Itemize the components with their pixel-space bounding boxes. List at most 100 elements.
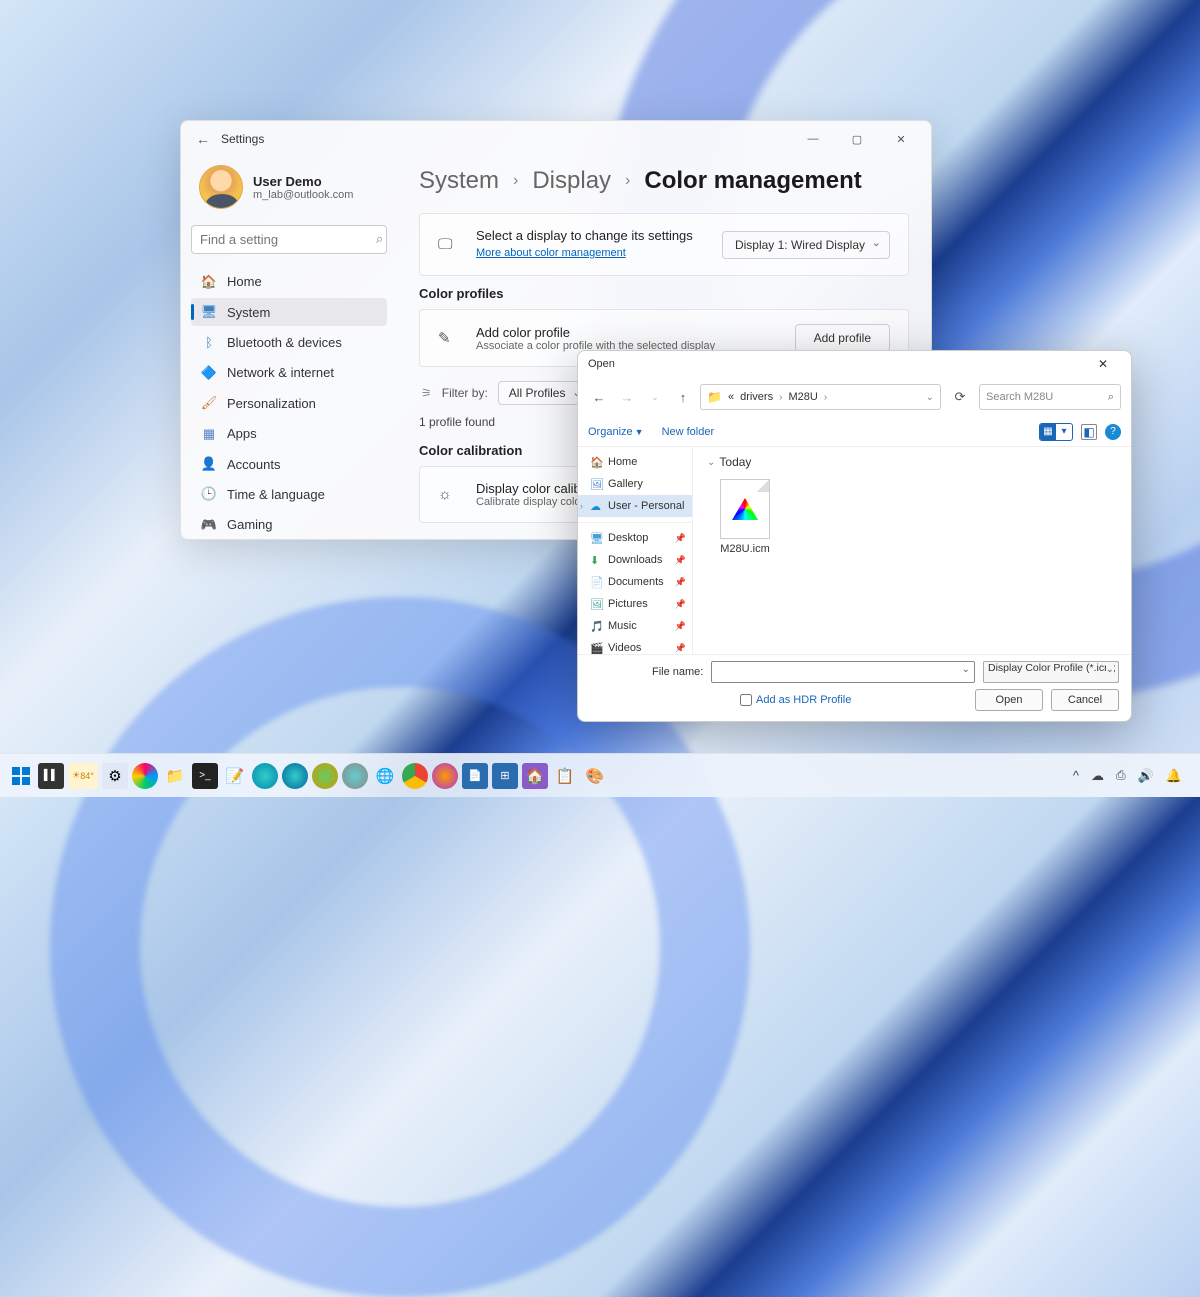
- search-input[interactable]: [200, 232, 376, 247]
- address-dropdown-icon[interactable]: ⌄: [926, 392, 934, 403]
- cloud-icon: ☁: [590, 500, 603, 513]
- back-button[interactable]: ←: [189, 125, 217, 153]
- sidebar: User Demo m_lab@outlook.com ⌕ 🏠 Home 🖥Syst…: [181, 157, 397, 539]
- user-email: m_lab@outlook.com: [253, 189, 353, 201]
- paint-icon[interactable]: 🎨: [582, 763, 608, 789]
- quick-access-docs[interactable]: 📄Documents📌: [578, 571, 692, 593]
- file-item-m28u[interactable]: M28U.icm: [707, 475, 783, 559]
- minimize-button[interactable]: —: [791, 124, 835, 154]
- onedrive-tray-icon[interactable]: ☁: [1091, 768, 1104, 784]
- taskbar-app[interactable]: 📄: [462, 763, 488, 789]
- address-part-m28u[interactable]: M28U: [788, 391, 817, 403]
- search-box[interactable]: ⌕: [191, 225, 387, 254]
- notifications-tray-icon[interactable]: 🔔: [1166, 768, 1182, 784]
- tree-item-cloud[interactable]: ›☁User - Personal: [578, 495, 692, 517]
- filename-input[interactable]: [711, 661, 975, 683]
- tree-item-home[interactable]: 🏠Home: [578, 451, 692, 473]
- weather-widget[interactable]: ☀84°: [68, 763, 98, 789]
- address-bar[interactable]: 📁 « drivers › M28U › ⌄: [700, 384, 941, 410]
- group-header-today[interactable]: ⌄ Today: [707, 455, 1117, 469]
- quick-access-down[interactable]: ⬇Downloads📌: [578, 549, 692, 571]
- window-title: Settings: [221, 132, 264, 146]
- sidebar-item-apps[interactable]: ▦Apps: [191, 419, 387, 447]
- chevron-right-icon: ›: [513, 172, 518, 190]
- sidebar-item-net[interactable]: 🔷Network & internet: [191, 359, 387, 387]
- sidebar-item-pers[interactable]: 🖌Personalization: [191, 389, 387, 417]
- cancel-button[interactable]: Cancel: [1051, 689, 1119, 711]
- hdr-profile-checkbox[interactable]: Add as HDR Profile: [740, 694, 851, 706]
- home-icon: 🏠: [201, 274, 217, 290]
- nav-recent-dropdown[interactable]: ⌄: [644, 386, 666, 408]
- firefox-icon[interactable]: [432, 763, 458, 789]
- sidebar-item-label: Gaming: [227, 517, 273, 532]
- notepad-icon[interactable]: 📋: [552, 763, 578, 789]
- help-icon[interactable]: ?: [1105, 424, 1121, 440]
- taskbar-app[interactable]: ⊞: [492, 763, 518, 789]
- organize-menu[interactable]: Organize▼: [588, 426, 644, 438]
- quick-access-pics[interactable]: 🖼Pictures📌: [578, 593, 692, 615]
- file-type-filter[interactable]: Display Color Profile (*.icm; *.ic: [983, 661, 1119, 683]
- terminal-icon[interactable]: >_: [192, 763, 218, 789]
- edge-icon[interactable]: [252, 763, 278, 789]
- explorer-icon[interactable]: 📁: [162, 763, 188, 789]
- breadcrumb-display[interactable]: Display: [532, 167, 611, 195]
- taskbar-app[interactable]: ▌▌: [38, 763, 64, 789]
- maximize-button[interactable]: ▢: [835, 124, 879, 154]
- sidebar-item-label: System: [227, 305, 270, 320]
- address-part-drivers[interactable]: drivers: [740, 391, 773, 403]
- add-profile-button[interactable]: Add profile: [795, 324, 890, 352]
- sidebar-item-home[interactable]: 🏠 Home: [191, 268, 387, 296]
- chrome-icon[interactable]: [402, 763, 428, 789]
- dialog-search-box[interactable]: Search M28U ⌕: [979, 384, 1121, 410]
- home-icon: 🏠: [590, 456, 603, 469]
- hdr-checkbox-input[interactable]: [740, 694, 752, 706]
- pics-icon: 🖼: [590, 598, 603, 611]
- tree-item-label: Pictures: [608, 598, 648, 610]
- quick-access-vids[interactable]: 🎬Videos📌: [578, 637, 692, 654]
- sidebar-item-bt[interactable]: ᛒBluetooth & devices: [191, 328, 387, 356]
- tray-icon[interactable]: ⎙: [1116, 768, 1126, 783]
- tray-overflow-button[interactable]: ^: [1073, 768, 1079, 783]
- sidebar-item-acc[interactable]: 👤Accounts: [191, 450, 387, 478]
- refresh-button[interactable]: ⟳: [947, 384, 973, 410]
- nav-back-button[interactable]: ←: [588, 386, 610, 408]
- dialog-toolbar: Organize▼ New folder ▦▾ ◧ ?: [578, 417, 1131, 447]
- display-dropdown[interactable]: Display 1: Wired Display: [722, 231, 890, 259]
- dialog-close-button[interactable]: ✕: [1085, 357, 1121, 371]
- new-folder-button[interactable]: New folder: [662, 426, 715, 438]
- nav-up-button[interactable]: ↑: [672, 386, 694, 408]
- taskbar-app[interactable]: 📝: [222, 763, 248, 789]
- tree-item-gallery[interactable]: 🖼Gallery: [578, 473, 692, 495]
- preview-pane-button[interactable]: ◧: [1081, 424, 1097, 440]
- quick-access-desktop[interactable]: 🖥Desktop📌: [578, 527, 692, 549]
- sidebar-item-game[interactable]: 🎮Gaming: [191, 511, 387, 539]
- sidebar-item-label: Personalization: [227, 396, 316, 411]
- settings-app-icon[interactable]: ⚙: [102, 763, 128, 789]
- view-mode-toggle[interactable]: ▦▾: [1039, 423, 1073, 441]
- pen-icon: ✎: [438, 329, 460, 347]
- user-block[interactable]: User Demo m_lab@outlook.com: [191, 157, 387, 225]
- taskbar-app[interactable]: 🌐: [372, 763, 398, 789]
- filter-icon: ⚞: [421, 386, 432, 400]
- sidebar-item-label: Accounts: [227, 457, 280, 472]
- sidebar-item-time[interactable]: 🕒Time & language: [191, 480, 387, 508]
- quick-access-music[interactable]: 🎵Music📌: [578, 615, 692, 637]
- edge-canary-icon[interactable]: [342, 763, 368, 789]
- sidebar-item-label: Network & internet: [227, 365, 334, 380]
- edge-dev-icon[interactable]: [312, 763, 338, 789]
- close-button[interactable]: ✕: [879, 124, 923, 154]
- nav-forward-button[interactable]: →: [616, 386, 638, 408]
- start-button[interactable]: [8, 763, 34, 789]
- more-about-link[interactable]: More about color management: [476, 247, 626, 259]
- open-button[interactable]: Open: [975, 689, 1043, 711]
- edge-beta-icon[interactable]: [282, 763, 308, 789]
- desktop-icon: 🖥: [590, 532, 603, 545]
- sidebar-item-label: Home: [227, 274, 262, 289]
- taskbar-app[interactable]: 🏠: [522, 763, 548, 789]
- volume-tray-icon[interactable]: 🔊: [1138, 768, 1154, 784]
- taskbar-apps: ▌▌ ☀84° ⚙ 📁 >_ 📝 🌐 📄 ⊞ 🏠 📋 🎨: [8, 763, 608, 789]
- sidebar-item-system[interactable]: 🖥System: [191, 298, 387, 326]
- breadcrumb-system[interactable]: System: [419, 167, 499, 195]
- taskbar: ▌▌ ☀84° ⚙ 📁 >_ 📝 🌐 📄 ⊞ 🏠 📋 🎨 ^ ☁ ⎙ 🔊 🔔: [0, 753, 1200, 797]
- copilot-icon[interactable]: [132, 763, 158, 789]
